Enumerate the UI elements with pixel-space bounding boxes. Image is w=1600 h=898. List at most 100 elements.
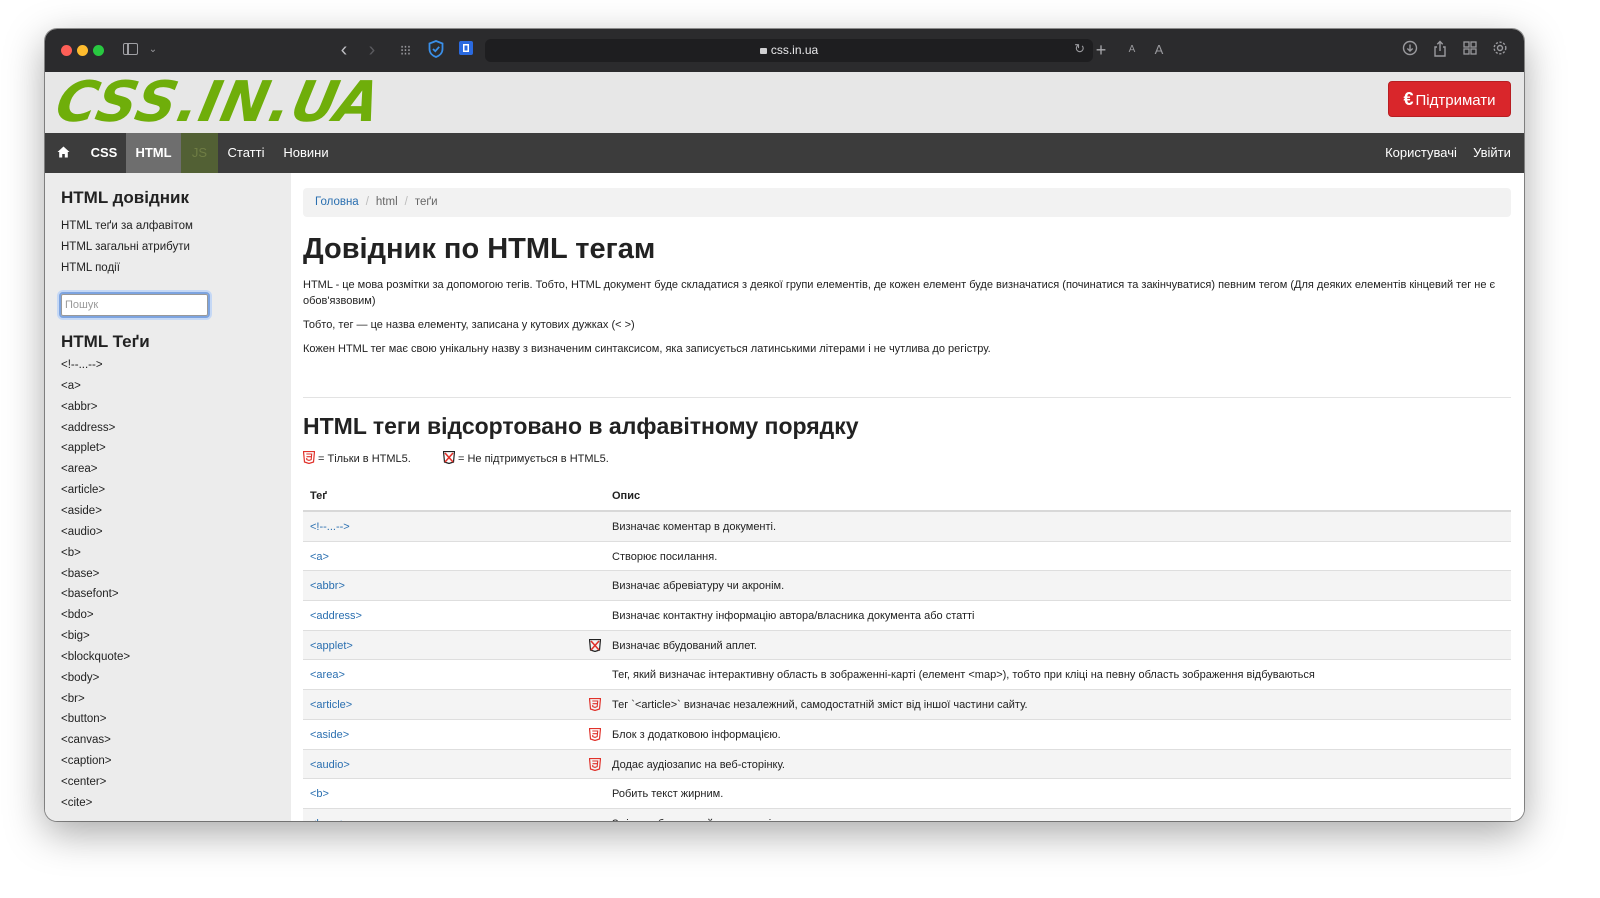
html5-icon [302,450,316,465]
sidebar-tag-link[interactable]: <aside> [61,505,102,517]
tag-link[interactable]: <aside> [310,729,349,741]
nav-login[interactable]: Увійти [1469,133,1515,173]
sidebar-tag-link[interactable]: <b> [61,547,81,559]
sidebar-tag-link[interactable]: <caption> [61,755,112,767]
sidebar-tag-link[interactable]: <area> [61,463,97,475]
url-text: css.in.ua [770,43,819,57]
sidebar-tag-link[interactable]: <br> [61,693,85,705]
extensions-grid-icon[interactable]: ⁝⁝⁝ [395,40,415,60]
euro-icon: € [1403,89,1414,109]
tag-description: Визначає вбудований аплет. [612,639,757,652]
table-row: <audio> Додає аудіозапис на веб-сторінку. [303,749,1511,780]
sidebar-tag-link[interactable]: <basefont> [61,588,119,600]
tag-description: Створює посилання. [612,550,718,563]
sidebar-tag-link[interactable]: <audio> [61,526,103,538]
lock-icon [759,48,767,54]
tags-table: Теґ Опис <!--...--> Визначає коментар в д… [303,482,1511,821]
font-increase-button[interactable]: A [1153,40,1165,60]
table-row: <b> Робить текст жирним. [303,779,1511,809]
sidebar-tag-link[interactable]: <!--...--> [61,359,103,371]
nav-news[interactable]: Новини [274,133,338,173]
sidebar-tag-link[interactable]: <applet> [61,442,106,454]
tag-link[interactable]: <applet> [310,640,353,652]
tab-overview-icon[interactable] [1461,40,1479,60]
maximize-window-button[interactable] [93,45,104,56]
sidebar-title: HTML довідник [61,188,189,207]
legend-html5-label: = Тільки в HTML5. [318,453,411,465]
breadcrumb-home[interactable]: Головна [315,196,359,208]
main-content: Головна / html / теґи Довідник по HTML тегам… [291,173,1524,821]
share-icon[interactable] [1431,40,1449,60]
tag-description: Визначає коментар в документі. [612,521,777,533]
back-arrow-icon[interactable]: ‹ [337,40,351,60]
sidebar-tag-link[interactable]: <address> [61,422,115,434]
site-logo[interactable]: CSS.IN.UA [50,70,387,135]
sidebar-toggle-icon[interactable] [123,40,139,60]
shield-icon[interactable] [427,40,445,60]
sidebar-tag-link[interactable]: <canvas> [61,734,111,746]
browser-toolbar: ⌄ ‹ › ⁝⁝⁝ css.in.ua ↻ + A A [45,29,1524,72]
tag-link[interactable]: <a> [310,551,329,563]
sidebar-tag-link[interactable]: <big> [61,630,90,642]
tag-description: Тег, який визначає інтерактивну область … [612,669,1315,682]
sidebar-tag-link[interactable]: <a> [61,380,81,392]
html5-icon [588,757,602,771]
sidebar-tag-link[interactable]: <bdo> [61,609,94,621]
nav-users[interactable]: Користувачі [1379,133,1463,173]
tag-link[interactable]: <address> [310,610,362,622]
sidebar-tag-link[interactable]: <blockquote> [61,651,130,663]
nav-home[interactable] [45,133,82,173]
home-icon [57,146,70,158]
reload-icon[interactable]: ↻ [1074,41,1085,57]
sidebar-link-alphabet[interactable]: HTML теґи за алфавітом [61,220,193,232]
table-body: <!--...--> Визначає коментар в документі.… [303,512,1511,821]
sidebar-link-attributes[interactable]: HTML загальні атрибути [61,241,190,253]
main-navbar: CSS HTML JS Статті Новини Користувачі Ув… [45,133,1524,173]
unsupported-icon [442,450,456,465]
table-row: <base> Змінює абсолютний шлях сторінки. [303,808,1511,821]
password-manager-icon[interactable] [457,40,475,60]
tag-description: Змінює абсолютний шлях сторінки. [612,818,791,821]
sidebar-tag-link[interactable]: <abbr> [61,401,97,413]
tag-link[interactable]: <audio> [310,759,350,771]
table-row: <a> Створює посилання. [303,542,1511,572]
html5-icon [588,698,602,712]
sidebar-tag-link[interactable]: <button> [61,713,106,725]
support-button[interactable]: € Підтримати [1388,81,1511,117]
tag-link[interactable]: <abbr> [310,580,345,592]
nav-js[interactable]: JS [181,133,218,173]
legend-html5: = Тільки в HTML5. [302,450,411,465]
minimize-window-button[interactable] [77,45,88,56]
chevron-down-icon[interactable]: ⌄ [148,40,158,60]
sidebar-tag-link[interactable]: <center> [61,776,106,788]
address-bar[interactable]: css.in.ua ↻ [485,39,1093,62]
table-row: <article> Тег `<article>` визначає незале… [303,690,1511,720]
tag-link[interactable]: <b> [310,788,329,800]
breadcrumb-section[interactable]: html [376,196,398,208]
search-input[interactable] [61,294,208,316]
sidebar-tag-link[interactable]: <article> [61,484,105,496]
sidebar-tag-link[interactable]: <base> [61,568,99,580]
tag-link[interactable]: <area> [310,669,345,681]
forward-arrow-icon[interactable]: › [365,40,379,60]
close-window-button[interactable] [61,45,72,56]
nav-html[interactable]: HTML [126,133,181,173]
sidebar-link-events[interactable]: HTML події [61,262,120,274]
download-icon[interactable] [1401,40,1419,60]
tag-link[interactable]: <base> [310,818,347,821]
tag-description: Визначає абревіатуру чи акронім. [612,580,785,593]
gear-icon[interactable] [1491,40,1509,60]
font-decrease-button[interactable]: A [1127,40,1137,60]
unsupported-icon [588,638,602,652]
nav-css[interactable]: CSS [82,133,126,173]
tag-link[interactable]: <!--...--> [310,521,350,533]
sidebar-tag-link[interactable]: <body> [61,672,99,684]
sidebar-tag-link[interactable]: <cite> [61,797,92,809]
tag-description: Робить текст жирним. [612,788,724,801]
new-tab-icon[interactable]: + [1093,40,1109,60]
breadcrumb: Головна / html / теґи [303,188,1511,217]
intro-paragraph-2: Тобто, тег — це назва елементу, записана… [303,319,635,331]
tag-link[interactable]: <article> [310,699,352,711]
nav-articles[interactable]: Статті [218,133,274,173]
table-row: <applet> Визначає вбудований аплет. [303,630,1511,661]
